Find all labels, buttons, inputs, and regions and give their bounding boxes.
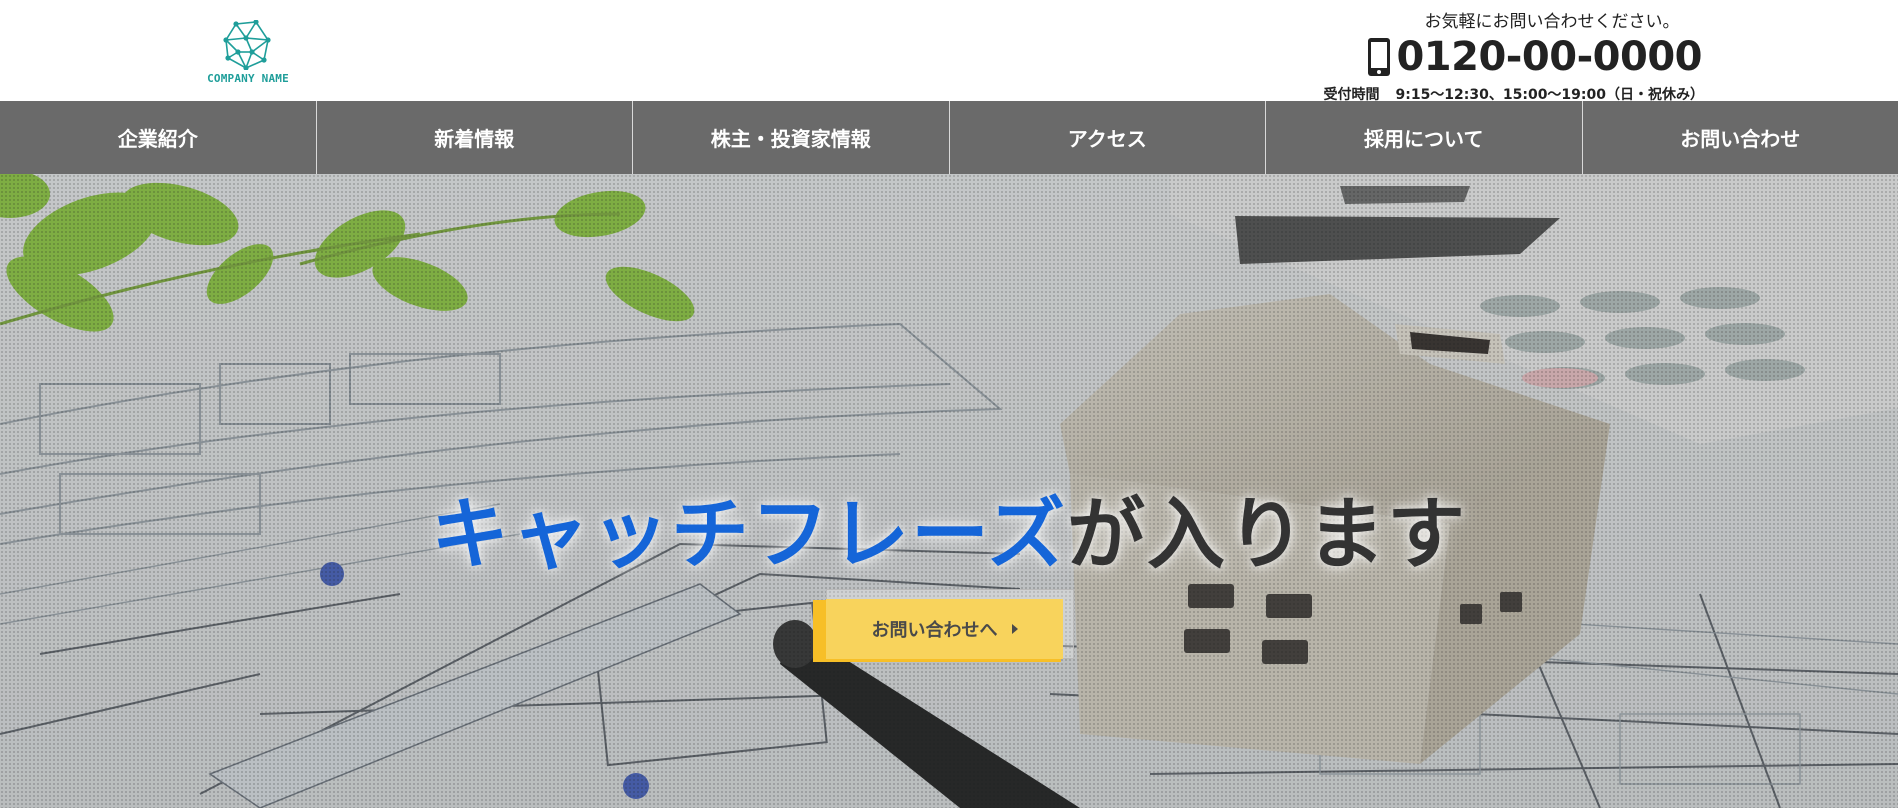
- catchphrase-highlight: キャッチフレーズ: [430, 490, 1068, 581]
- hero-catchphrase: キャッチフレーズが入ります: [0, 496, 1898, 574]
- hero-section: キャッチフレーズが入ります お問い合わせへ: [0, 174, 1898, 808]
- company-logo[interactable]: COMPANY NAME: [204, 20, 292, 88]
- catchphrase-rest: が入ります: [1067, 490, 1468, 581]
- nav-item-contact[interactable]: お問い合わせ: [1581, 101, 1898, 174]
- nav-item-news[interactable]: 新着情報: [315, 101, 633, 174]
- site-header: COMPANY NAME お気軽にお問い合わせください。 0120-00-000…: [0, 0, 1898, 103]
- smartphone-icon: [1368, 38, 1391, 76]
- contact-cta-button[interactable]: お問い合わせへ: [826, 599, 1063, 659]
- nav-item-recruit[interactable]: 採用について: [1265, 101, 1582, 174]
- nav-item-investors[interactable]: 株主・投資家情報: [632, 101, 949, 174]
- global-nav: 企業紹介 新着情報 株主・投資家情報 アクセス 採用について お問い合わせ: [0, 101, 1898, 174]
- contact-lead: お気軽にお問い合わせください。: [1424, 12, 1680, 32]
- logo-text: COMPANY NAME: [207, 72, 289, 85]
- network-logo-icon: [223, 20, 271, 70]
- nav-item-company[interactable]: 企業紹介: [0, 101, 316, 174]
- nav-item-access[interactable]: アクセス: [948, 101, 1266, 174]
- cta-label: お問い合わせへ: [871, 620, 998, 641]
- tel-number-link[interactable]: 0120-00-0000: [1396, 37, 1702, 77]
- cta-wrap: お問い合わせへ: [811, 581, 1075, 671]
- tel-row: 0120-00-0000: [1366, 34, 1702, 80]
- caret-right-icon: [1011, 624, 1018, 634]
